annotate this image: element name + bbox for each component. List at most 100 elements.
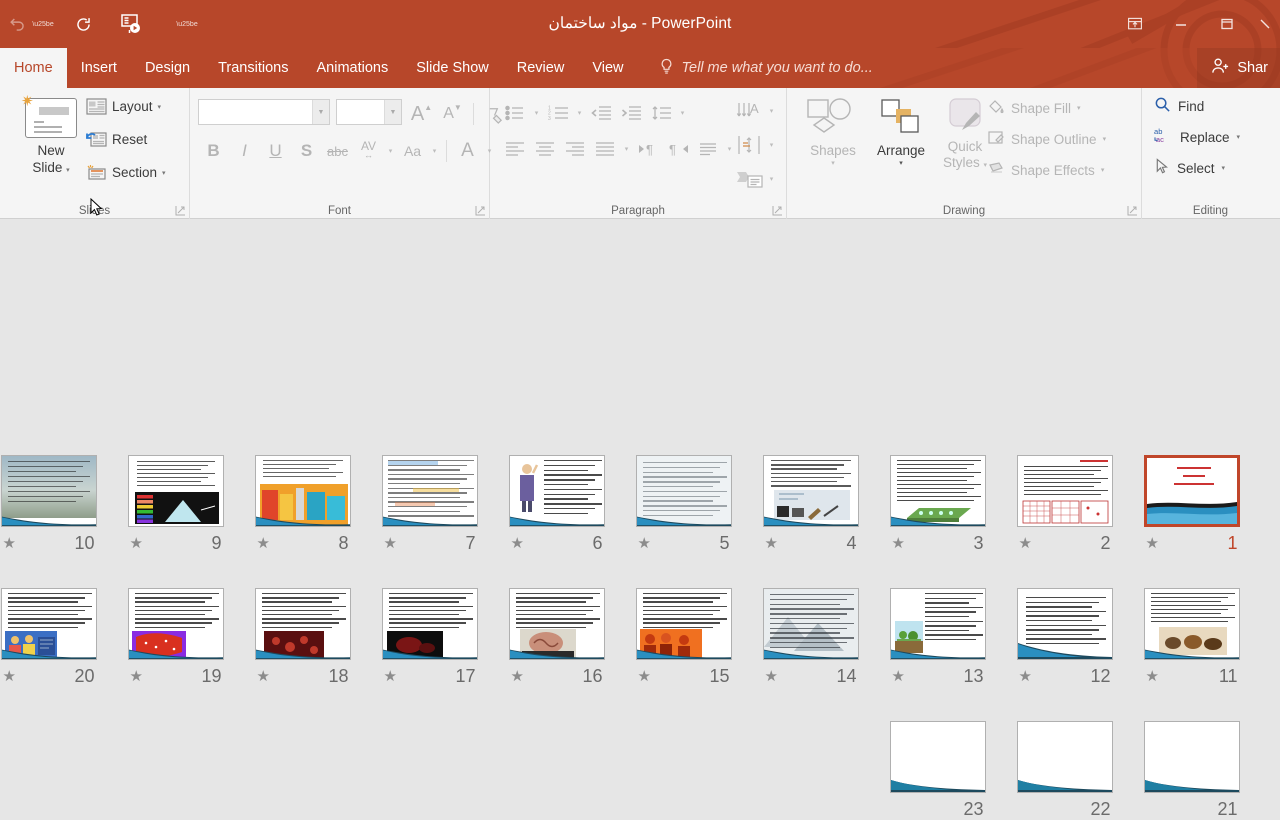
slide-thumbnail-cell[interactable]: 23	[874, 721, 1001, 820]
animation-star-icon[interactable]: ★	[1019, 536, 1032, 551]
slide-thumbnail-cell[interactable]: ★ 15	[620, 588, 747, 687]
slide-thumbnail-cell[interactable]: ★ 7	[366, 455, 493, 554]
slide-thumbnail[interactable]	[1143, 721, 1240, 793]
animation-star-icon[interactable]: ★	[638, 669, 651, 684]
decrease-font-size-icon[interactable]: A ▼	[437, 99, 468, 129]
slide-thumbnail[interactable]	[508, 588, 605, 660]
character-spacing-caret[interactable]: ▾	[384, 136, 397, 166]
slide-thumbnail-grid[interactable]: ★ 10 ★ 9 ★ 8 ★ 7 ★ 6 ★ 5 ★ 4 ★ 3 ★ 2 ★ 1…	[0, 219, 1280, 819]
tab-animations[interactable]: Animations	[302, 48, 402, 88]
slide-thumbnail[interactable]	[1143, 588, 1240, 660]
slide-thumbnail-cell[interactable]: ★ 2	[1001, 455, 1128, 554]
drawing-dialog-launcher[interactable]	[1127, 205, 1138, 216]
numbering-icon[interactable]: 1 2 3	[543, 98, 573, 128]
animation-star-icon[interactable]: ★	[1146, 669, 1159, 684]
slide-thumbnail[interactable]	[1016, 455, 1113, 527]
animation-star-icon[interactable]: ★	[3, 536, 16, 551]
tab-slide-show[interactable]: Slide Show	[402, 48, 503, 88]
line-spacing-caret[interactable]: ▾	[676, 98, 689, 128]
new-slide-button[interactable]: ✷ New Slide ▾	[14, 93, 88, 179]
change-case-button[interactable]: Aa	[397, 136, 428, 166]
line-spacing-icon[interactable]	[646, 98, 676, 128]
paragraph-columns-icon[interactable]	[693, 134, 723, 164]
slide-thumbnail[interactable]	[635, 455, 732, 527]
rtl-text-direction-icon[interactable]: ¶	[663, 134, 693, 164]
select-caret[interactable]: ▾	[1222, 164, 1226, 172]
shape-fill-button[interactable]: Shape Fill ▾	[987, 98, 1081, 118]
slide-thumbnail-cell[interactable]: ★ 18	[239, 588, 366, 687]
slide-thumbnail-cell[interactable]: ★ 1	[1128, 455, 1255, 554]
slide-thumbnail-cell[interactable]: ★ 4	[747, 455, 874, 554]
bullets-caret[interactable]: ▾	[530, 98, 543, 128]
justify-icon[interactable]	[590, 134, 620, 164]
slide-thumbnail[interactable]	[762, 455, 859, 527]
share-button[interactable]: Shar	[1197, 48, 1280, 88]
layout-caret[interactable]: ▾	[158, 103, 162, 111]
slide-thumbnail-cell[interactable]: ★ 11	[1128, 588, 1255, 687]
font-name-caret[interactable]: ▼	[312, 100, 329, 124]
animation-star-icon[interactable]: ★	[384, 536, 397, 551]
ltr-text-direction-icon[interactable]: ¶	[633, 134, 663, 164]
animation-star-icon[interactable]: ★	[1146, 536, 1159, 551]
tab-view[interactable]: View	[578, 48, 637, 88]
animation-star-icon[interactable]: ★	[765, 669, 778, 684]
align-center-icon[interactable]	[530, 134, 560, 164]
replace-button[interactable]: ab ac Replace ▾	[1154, 127, 1240, 147]
shape-effects-caret[interactable]: ▾	[1101, 166, 1105, 174]
section-caret[interactable]: ▾	[162, 169, 166, 177]
tab-home[interactable]: Home	[0, 48, 67, 88]
slide-thumbnail[interactable]	[127, 588, 224, 660]
animation-star-icon[interactable]: ★	[1019, 669, 1032, 684]
tab-transitions[interactable]: Transitions	[204, 48, 302, 88]
increase-font-size-icon[interactable]: A ▲	[406, 99, 437, 129]
animation-star-icon[interactable]: ★	[511, 669, 524, 684]
close-icon[interactable]	[1250, 0, 1280, 48]
animation-star-icon[interactable]: ★	[765, 536, 778, 551]
shapes-button[interactable]: Shapes ▾	[797, 96, 869, 167]
character-spacing-button[interactable]: AV ↔	[353, 136, 384, 166]
slide-thumbnail[interactable]	[508, 455, 605, 527]
animation-star-icon[interactable]: ★	[638, 536, 651, 551]
restore-icon[interactable]	[1204, 0, 1250, 48]
underline-button[interactable]: U	[260, 136, 291, 166]
justify-caret[interactable]: ▾	[620, 134, 633, 164]
select-button[interactable]: Select ▾	[1154, 158, 1225, 178]
slide-thumbnail-selected[interactable]	[1143, 455, 1240, 527]
slide-thumbnail[interactable]	[1016, 588, 1113, 660]
slide-thumbnail[interactable]	[381, 455, 478, 527]
new-slide-caret[interactable]: ▾	[66, 167, 70, 174]
ribbon-display-options-icon[interactable]	[1112, 0, 1158, 48]
replace-caret[interactable]: ▾	[1237, 133, 1241, 141]
slide-thumbnail-cell[interactable]: 21	[1128, 721, 1255, 820]
animation-star-icon[interactable]: ★	[130, 669, 143, 684]
arrange-button[interactable]: Arrange ▾	[865, 96, 937, 167]
slide-thumbnail-cell[interactable]: ★ 20	[0, 588, 112, 687]
increase-indent-icon[interactable]	[616, 98, 646, 128]
slide-thumbnail-cell[interactable]: ★ 13	[874, 588, 1001, 687]
shape-effects-button[interactable]: Shape Effects ▾	[987, 160, 1104, 180]
change-case-caret[interactable]: ▾	[428, 136, 441, 166]
slide-thumbnail[interactable]	[889, 455, 986, 527]
slide-thumbnail[interactable]	[889, 588, 986, 660]
slide-thumbnail[interactable]	[127, 455, 224, 527]
shape-outline-button[interactable]: Shape Outline ▾	[987, 129, 1106, 149]
animation-star-icon[interactable]: ★	[257, 536, 270, 551]
text-direction-icon[interactable]: A	[735, 96, 765, 126]
slide-thumbnail-cell[interactable]: ★ 3	[874, 455, 1001, 554]
align-left-icon[interactable]	[500, 134, 530, 164]
animation-star-icon[interactable]: ★	[257, 669, 270, 684]
bullets-icon[interactable]	[500, 98, 530, 128]
slide-thumbnail-cell[interactable]: ★ 16	[493, 588, 620, 687]
slide-thumbnail[interactable]	[381, 588, 478, 660]
font-dialog-launcher[interactable]	[475, 205, 486, 216]
tab-design[interactable]: Design	[131, 48, 204, 88]
numbering-caret[interactable]: ▾	[573, 98, 586, 128]
slide-thumbnail-cell[interactable]: ★ 6	[493, 455, 620, 554]
smartart-caret[interactable]: ▾	[765, 164, 778, 194]
slide-thumbnail-cell[interactable]: ★ 9	[112, 455, 239, 554]
animation-star-icon[interactable]: ★	[892, 669, 905, 684]
slide-thumbnail-cell[interactable]: ★ 10	[0, 455, 112, 554]
slide-thumbnail[interactable]	[1016, 721, 1113, 793]
animation-star-icon[interactable]: ★	[3, 669, 16, 684]
slide-thumbnail-cell[interactable]: 22	[1001, 721, 1128, 820]
